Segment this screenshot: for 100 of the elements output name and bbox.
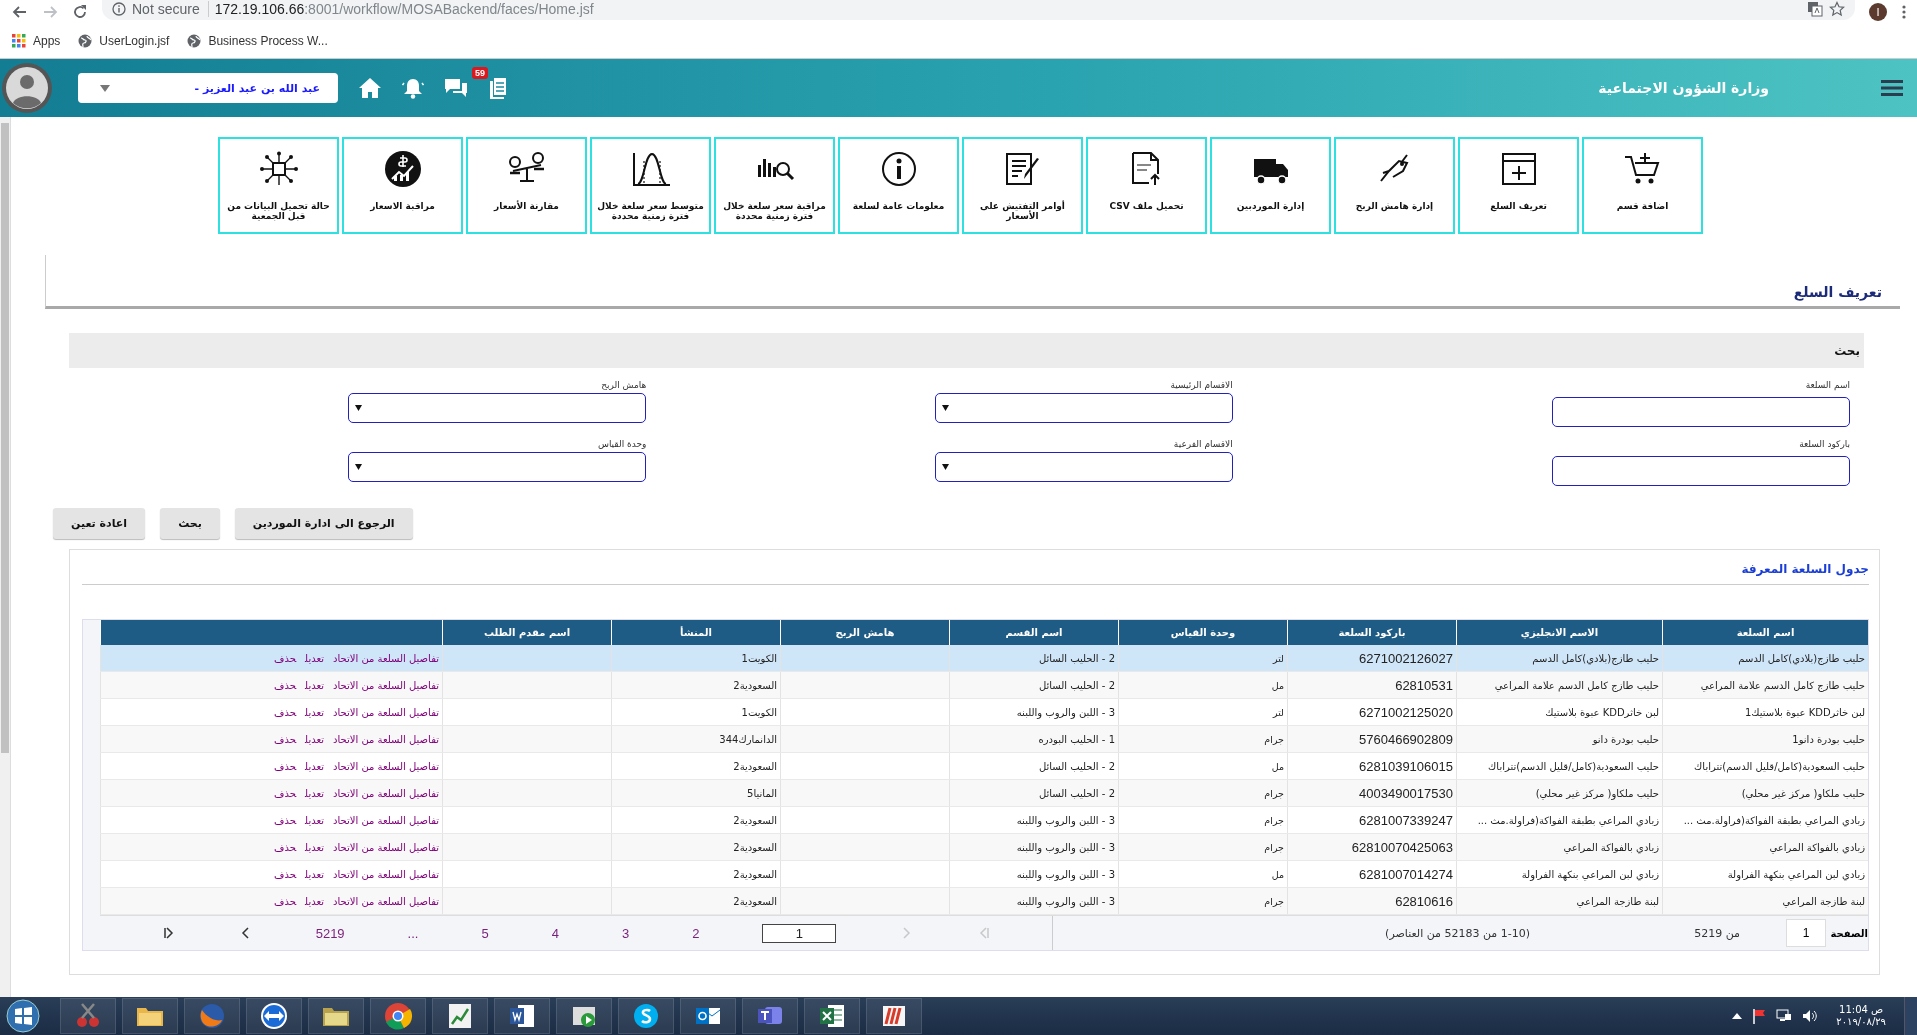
menu-tile[interactable]: مراقبة الاسعار <box>342 137 463 234</box>
page-link[interactable]: 3 <box>621 925 630 941</box>
dropdown[interactable] <box>934 452 1233 482</box>
action-link[interactable]: حذف <box>274 733 297 745</box>
more-menu-icon[interactable] <box>1901 4 1907 20</box>
browser-ring-icon[interactable] <box>382 1000 414 1032</box>
input-field[interactable] <box>1552 456 1850 486</box>
action-link[interactable]: حذف <box>274 760 297 772</box>
action-link[interactable]: حذف <box>274 814 297 826</box>
dropdown[interactable] <box>348 393 647 423</box>
page-link[interactable]: 5 <box>481 925 489 941</box>
bookmark[interactable]: UserLogin.jsf <box>78 34 170 48</box>
action-link[interactable]: حذف <box>274 841 297 853</box>
column-header[interactable]: الاسم الانجليزي <box>1456 620 1663 645</box>
home-icon[interactable] <box>358 77 382 99</box>
column-header[interactable]: باركود السلعة <box>1287 620 1457 645</box>
menu-tile[interactable]: حالة تحميل البيانات من قبل الجمعية <box>218 137 339 234</box>
action-link[interactable]: حذف <box>274 868 297 880</box>
page-input[interactable]: 1 <box>1786 919 1826 947</box>
star-icon[interactable] <box>1829 1 1845 17</box>
action-link[interactable]: تفاصيل السلعة من الاتحاد <box>333 787 439 799</box>
apps-grid-icon <box>12 34 26 48</box>
action-link[interactable]: تفاصيل السلعة من الاتحاد <box>333 895 439 907</box>
back-icon[interactable] <box>12 4 28 20</box>
page-link[interactable]: ... <box>407 925 419 941</box>
page-link[interactable]: 4 <box>551 925 559 941</box>
column-header[interactable]: المنشأ <box>611 620 781 645</box>
menu-tile[interactable]: اضافة قسم <box>1582 137 1703 234</box>
menu-tile[interactable]: مراقبة سعر سلعة خلال فترة زمنية محددة <box>714 137 835 234</box>
page-link[interactable]: 2 <box>692 925 700 941</box>
action-link[interactable]: حذف <box>274 706 297 718</box>
reload-icon[interactable] <box>72 4 88 20</box>
action-link[interactable]: تعديل <box>305 733 325 745</box>
column-header[interactable]: اسم السلعة <box>1662 620 1868 645</box>
translate-icon[interactable] <box>1807 1 1823 17</box>
input-field[interactable] <box>1552 397 1850 427</box>
table-cell: لبنة طازجة المراعي <box>1662 887 1868 915</box>
dropdown[interactable] <box>348 452 647 482</box>
action-link[interactable]: تفاصيل السلعة من الاتحاد <box>333 733 439 745</box>
security-label: Not secure <box>132 1 209 17</box>
action-link[interactable]: تعديل <box>305 814 325 826</box>
action-link[interactable]: تعديل <box>305 706 325 718</box>
action-link[interactable]: تفاصيل السلعة من الاتحاد <box>333 760 439 772</box>
bookmark[interactable]: Apps <box>12 34 61 48</box>
menu-tile[interactable]: تحميل ملف CSV <box>1086 137 1207 234</box>
documents-icon[interactable] <box>488 77 508 99</box>
button[interactable]: بحث <box>160 508 220 539</box>
flag-icon[interactable] <box>1752 1008 1767 1024</box>
action-link[interactable]: تفاصيل السلعة من الاتحاد <box>333 652 439 664</box>
tray-expand-icon[interactable] <box>1732 1012 1743 1020</box>
column-header[interactable]: اسم القسم <box>949 620 1119 645</box>
menu-tile[interactable]: إدارة هامش الربح <box>1334 137 1455 234</box>
bookmark[interactable]: Business Process W... <box>187 34 328 48</box>
action-link[interactable]: تفاصيل السلعة من الاتحاد <box>333 868 439 880</box>
action-link[interactable]: حذف <box>274 652 297 664</box>
column-header[interactable]: هامش الربح <box>780 620 950 645</box>
action-link[interactable]: تعديل <box>305 841 325 853</box>
table-cell: حليب السعودية(كامل/قليل الدسم)تتراباك <box>1662 752 1868 780</box>
action-link[interactable]: تعديل <box>305 652 325 664</box>
volume-icon[interactable] <box>1802 1009 1819 1023</box>
action-link[interactable]: تفاصيل السلعة من الاتحاد <box>333 679 439 691</box>
chat-icon[interactable] <box>444 77 468 99</box>
remote-arrows-icon[interactable] <box>258 1000 290 1032</box>
start-orb-icon[interactable] <box>6 999 40 1033</box>
column-header[interactable]: وحدة القياس <box>1118 620 1288 645</box>
action-link[interactable]: تفاصيل السلعة من الاتحاد <box>333 706 439 718</box>
menu-tile[interactable]: معلومات عامة لسلعة <box>838 137 959 234</box>
table-cell: 2 - الحليب السائل <box>949 779 1119 807</box>
action-link[interactable]: حذف <box>274 679 297 691</box>
page-link[interactable]: 5219 <box>315 925 345 941</box>
action-link[interactable]: تعديل <box>305 679 325 691</box>
button[interactable]: الرجوع الى ادارة الموردين <box>234 508 413 539</box>
page-link[interactable]: 1 <box>762 923 837 943</box>
action-link[interactable]: حذف <box>274 895 297 907</box>
profile-avatar[interactable]: I <box>1869 3 1887 21</box>
table-cell: السعودية2 <box>611 752 781 780</box>
column-header[interactable]: اسم مقدم الطلب <box>442 620 612 645</box>
clock[interactable]: 11:04 ص ٢٠١٩/٠٨/٢٩ <box>1836 1004 1886 1028</box>
menu-tile[interactable]: مقارنة الأسعار <box>466 137 587 234</box>
user-dropdown[interactable]: عبد الله بن عبد العزيز - <box>78 73 338 103</box>
dropdown[interactable] <box>934 393 1233 423</box>
action-link[interactable]: حذف <box>274 787 297 799</box>
action-link[interactable]: تعديل <box>305 868 325 880</box>
menu-tile[interactable]: تعريف السلع <box>1458 137 1579 234</box>
action-link[interactable]: تفاصيل السلعة من الاتحاد <box>333 814 439 826</box>
address-bar[interactable]: Not secure 172.19.106.66:8001/workflow/MOSABackend/faces/Home.jsf <box>102 0 1855 20</box>
action-link[interactable]: تعديل <box>305 895 325 907</box>
menu-tile[interactable]: إدارة الموردبين <box>1210 137 1331 234</box>
menu-icon[interactable] <box>1881 80 1903 96</box>
last-page-icon[interactable] <box>161 926 176 940</box>
action-link[interactable]: تعديل <box>305 787 325 799</box>
bell-icon[interactable] <box>402 77 424 99</box>
action-link[interactable]: تعديل <box>305 760 325 772</box>
scrollbar[interactable] <box>0 117 11 997</box>
table-cell: الكويت1 <box>611 645 781 672</box>
button[interactable]: اعادة تعين <box>53 508 146 539</box>
network-icon[interactable] <box>1776 1009 1793 1023</box>
menu-tile[interactable]: متوسط سعر سلعة خلال فترة زمنية محددة <box>590 137 711 234</box>
action-link[interactable]: تفاصيل السلعة من الاتحاد <box>333 841 439 853</box>
menu-tile[interactable]: أوامر التفتيش على الأسعار <box>962 137 1083 234</box>
